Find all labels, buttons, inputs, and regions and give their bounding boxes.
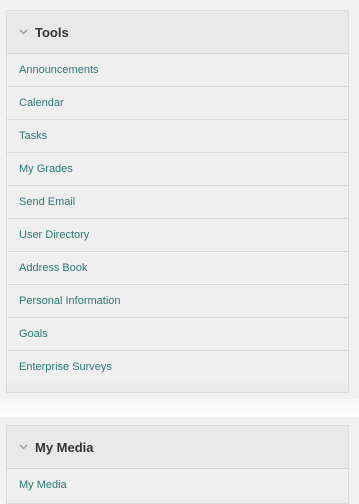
panel-divider [0,399,359,417]
my-media-panel-title: My Media [35,439,94,455]
tool-link-announcements[interactable]: Announcements [19,64,99,76]
tools-list: Announcements Calendar Tasks My Grades S… [7,54,348,383]
list-item: My Media [7,469,348,501]
tool-link-tasks[interactable]: Tasks [19,130,47,142]
tool-link-my-grades[interactable]: My Grades [19,163,73,175]
chevron-down-icon [17,27,29,37]
my-media-list: My Media [7,469,348,501]
tool-link-address-book[interactable]: Address Book [19,262,87,274]
tool-link-send-email[interactable]: Send Email [19,196,75,208]
list-item: My Grades [7,153,348,186]
chevron-down-icon [17,442,29,452]
list-item: User Directory [7,219,348,252]
list-item: Calendar [7,87,348,120]
list-item: Tasks [7,120,348,153]
tools-panel-title: Tools [35,24,69,40]
tools-panel: Tools Announcements Calendar Tasks My Gr… [6,10,349,393]
list-item: Goals [7,318,348,351]
list-item: Announcements [7,54,348,87]
list-item: Enterprise Surveys [7,351,348,383]
tool-link-goals[interactable]: Goals [19,328,48,340]
tool-link-personal-information[interactable]: Personal Information [19,295,121,307]
tool-link-user-directory[interactable]: User Directory [19,229,89,241]
tool-link-calendar[interactable]: Calendar [19,97,64,109]
tool-link-enterprise-surveys[interactable]: Enterprise Surveys [19,361,112,373]
my-media-panel: My Media My Media [6,425,349,504]
list-item: Address Book [7,252,348,285]
my-media-panel-header[interactable]: My Media [7,426,348,469]
list-item: Send Email [7,186,348,219]
tools-panel-header[interactable]: Tools [7,11,348,54]
media-link-my-media[interactable]: My Media [19,479,67,491]
list-item: Personal Information [7,285,348,318]
